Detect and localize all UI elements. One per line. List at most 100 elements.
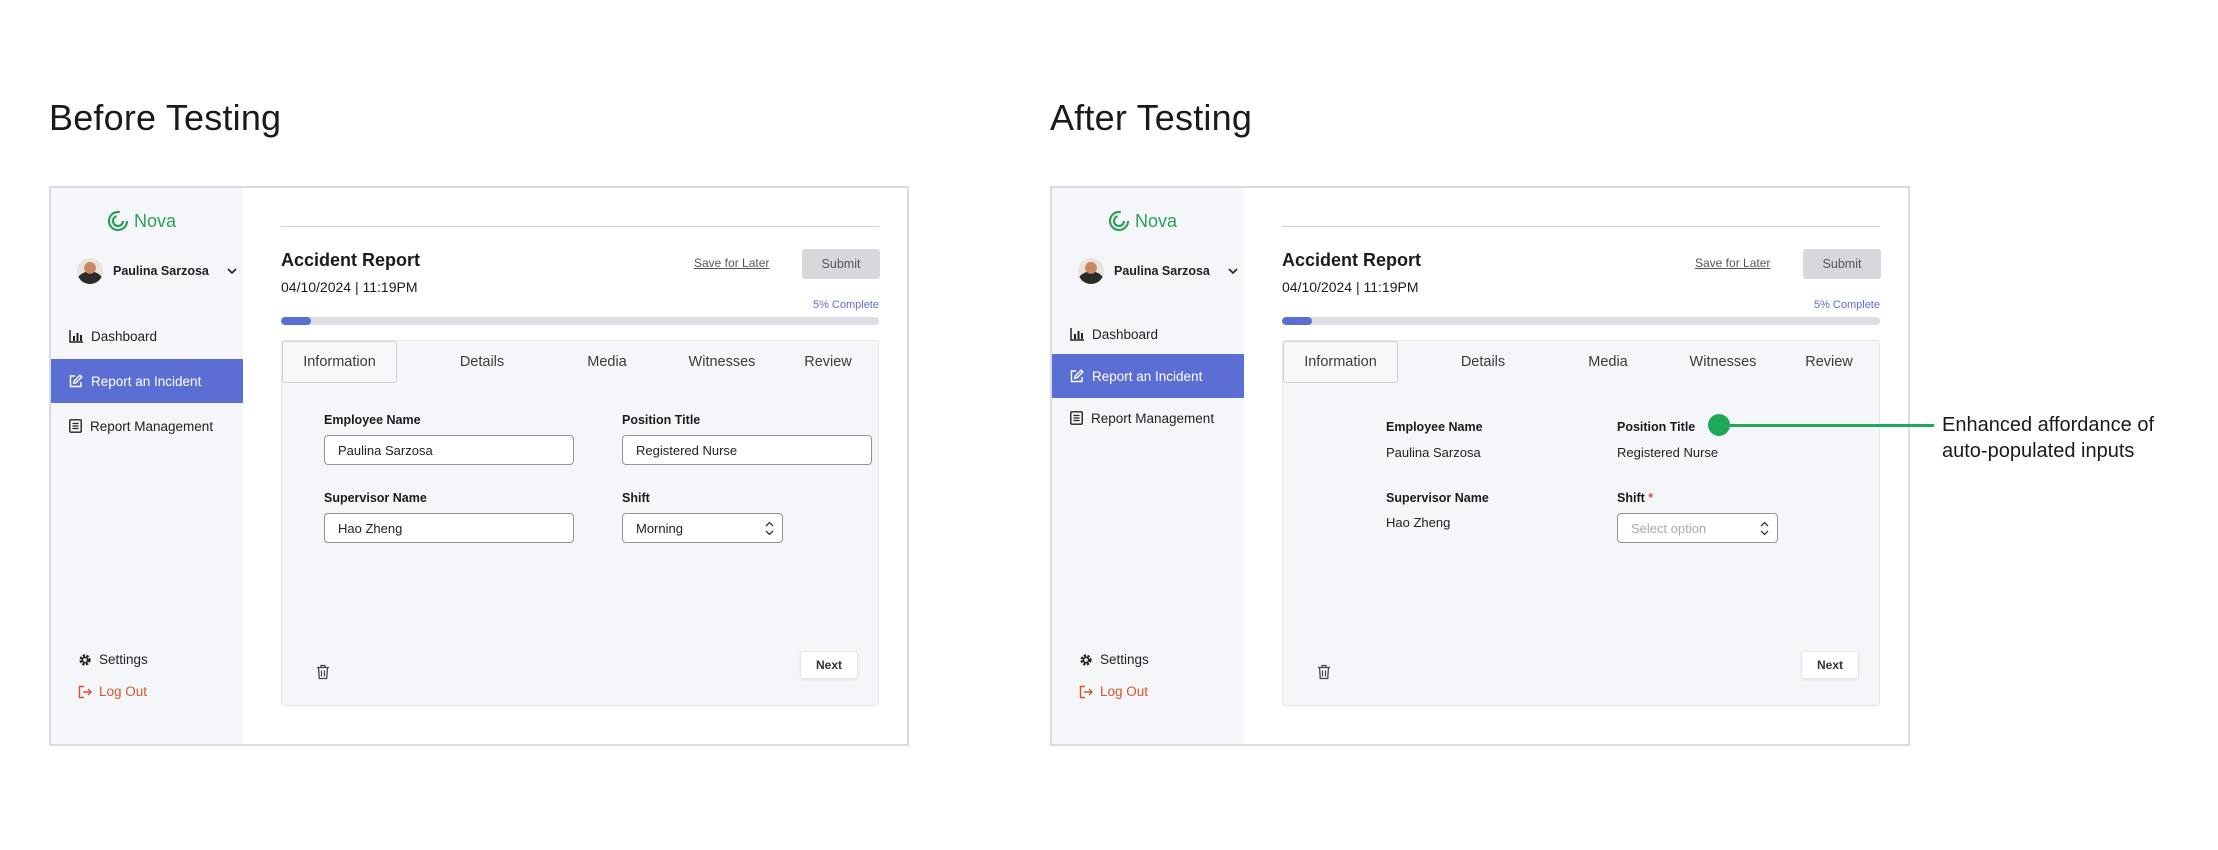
user-menu[interactable]: Paulina Sarzosa: [1078, 258, 1238, 284]
position-title-field[interactable]: Registered Nurse: [622, 435, 872, 465]
supervisor-name-field[interactable]: Hao Zheng: [324, 513, 574, 543]
progress-bar: [1282, 317, 1880, 325]
tab-media[interactable]: Media: [562, 341, 652, 383]
report-date: 04/10/2024 | 11:19PM: [1282, 279, 1419, 295]
chevron-up-icon: [1760, 521, 1769, 526]
next-button[interactable]: Next: [1801, 651, 1859, 679]
sidebar-item-dashboard[interactable]: Dashboard: [1052, 312, 1244, 356]
tab-bar: Information Details Media Witnesses Revi…: [282, 341, 878, 383]
avatar: [77, 258, 103, 284]
chevron-down-icon: [765, 530, 774, 535]
select-arrows: [1760, 521, 1769, 536]
chevron-down-icon: [1228, 268, 1238, 274]
employee-name-field[interactable]: Paulina Sarzosa: [324, 435, 574, 465]
sidebar-item-dashboard[interactable]: Dashboard: [51, 314, 243, 358]
position-title-label: Position Title: [1617, 420, 1696, 434]
tab-details[interactable]: Details: [1438, 341, 1528, 383]
user-name: Paulina Sarzosa: [113, 264, 209, 278]
settings-label: Settings: [99, 652, 148, 667]
employee-name-value: Paulina Sarzosa: [338, 442, 433, 458]
sidebar-item-label: Report an Incident: [91, 373, 202, 389]
bar-chart-icon: [1070, 327, 1084, 341]
sidebar-item-label: Dashboard: [91, 328, 158, 344]
supervisor-name-label: Supervisor Name: [1386, 491, 1489, 505]
nova-logo-icon: [1108, 210, 1130, 232]
employee-name-label: Employee Name: [324, 413, 421, 427]
save-for-later-link[interactable]: Save for Later: [694, 256, 769, 270]
sidebar-item-report-incident[interactable]: Report an Incident: [51, 359, 243, 403]
sidebar-item-label: Report an Incident: [1092, 368, 1203, 384]
gear-icon: [1080, 653, 1092, 666]
position-title-label: Position Title: [622, 413, 701, 427]
callout-line-1: Enhanced affordance of: [1942, 414, 2155, 436]
after-testing-heading: After Testing: [1050, 97, 1253, 138]
employee-name-label: Employee Name: [1386, 420, 1483, 434]
settings-label: Settings: [1100, 652, 1149, 667]
progress-fill: [1282, 317, 1312, 325]
sidebar: Nova Paulina Sarzosa Dashboard Report an…: [51, 188, 243, 744]
logo-text: Nova: [1135, 210, 1178, 231]
tab-media[interactable]: Media: [1563, 341, 1653, 383]
tab-information[interactable]: Information: [1283, 341, 1398, 383]
shift-value: Morning: [636, 520, 683, 536]
tab-information[interactable]: Information: [282, 341, 397, 383]
sidebar-item-label: Report Management: [1091, 410, 1215, 426]
settings-link[interactable]: Settings: [1079, 652, 1149, 667]
position-title-value: Registered Nurse: [636, 442, 738, 458]
trash-icon[interactable]: [1317, 664, 1331, 680]
callout-marker: [1708, 414, 1730, 436]
progress-fill: [281, 317, 311, 325]
tab-witnesses[interactable]: Witnesses: [672, 341, 772, 383]
supervisor-name-value: Hao Zheng: [1386, 515, 1451, 530]
submit-button[interactable]: Submit: [802, 249, 880, 279]
settings-link[interactable]: Settings: [78, 652, 148, 667]
supervisor-name-label: Supervisor Name: [324, 491, 427, 505]
logout-link[interactable]: Log Out: [78, 684, 147, 699]
tab-review[interactable]: Review: [1789, 341, 1869, 383]
shift-label: Shift: [622, 491, 650, 505]
main-content: Accident Report 04/10/2024 | 11:19PM Sav…: [1244, 188, 1908, 744]
position-title-value: Registered Nurse: [1617, 445, 1719, 460]
tab-witnesses[interactable]: Witnesses: [1673, 341, 1773, 383]
form-card: Information Details Media Witnesses Revi…: [1282, 340, 1880, 706]
shift-select[interactable]: Morning: [622, 513, 783, 543]
gear-icon: [79, 653, 91, 666]
shift-label: Shift *: [1617, 491, 1653, 505]
sidebar-item-report-incident[interactable]: Report an Incident: [1052, 354, 1244, 398]
logout-icon: [78, 685, 92, 698]
employee-name-value: Paulina Sarzosa: [1386, 445, 1481, 460]
nova-logo-icon: [107, 210, 129, 232]
shift-placeholder: Select option: [1631, 520, 1707, 536]
bar-chart-icon: [69, 329, 83, 343]
page-title: Accident Report: [1282, 250, 1422, 270]
save-for-later-link[interactable]: Save for Later: [1695, 256, 1770, 270]
user-menu[interactable]: Paulina Sarzosa: [77, 258, 237, 284]
trash-icon[interactable]: [316, 664, 330, 680]
callout-connector: [1728, 424, 1934, 427]
sidebar: Nova Paulina Sarzosa Dashboard Report an…: [1052, 188, 1244, 744]
progress-label: 5% Complete: [812, 299, 879, 311]
logout-label: Log Out: [99, 684, 148, 699]
required-mark: *: [1648, 491, 1654, 505]
after-app-window: Nova Paulina Sarzosa Dashboard Report an…: [1050, 186, 1910, 746]
chevron-down-icon: [1760, 530, 1769, 535]
sidebar-item-label: Dashboard: [1092, 326, 1159, 342]
callout-line-2: auto-populated inputs: [1942, 440, 2135, 462]
sidebar-item-report-management[interactable]: Report Management: [1052, 396, 1244, 440]
sidebar-item-report-management[interactable]: Report Management: [51, 404, 243, 448]
tab-review[interactable]: Review: [788, 341, 868, 383]
chevron-down-icon: [227, 268, 237, 274]
logout-link[interactable]: Log Out: [1079, 684, 1148, 699]
next-button[interactable]: Next: [800, 651, 858, 679]
before-app-window: Nova Paulina Sarzosa Dashboard Report an…: [49, 186, 909, 746]
callout-annotation: Enhanced affordance of auto-populated in…: [1942, 412, 2154, 464]
select-arrows: [765, 521, 774, 536]
shift-select[interactable]: Select option: [1617, 513, 1778, 543]
chevron-up-icon: [765, 521, 774, 526]
divider: [281, 226, 879, 227]
logo-text: Nova: [134, 210, 177, 231]
submit-button[interactable]: Submit: [1803, 249, 1881, 279]
tab-details[interactable]: Details: [437, 341, 527, 383]
nova-logo: Nova: [1108, 210, 1177, 232]
main-content: Accident Report 04/10/2024 | 11:19PM Sav…: [243, 188, 907, 744]
